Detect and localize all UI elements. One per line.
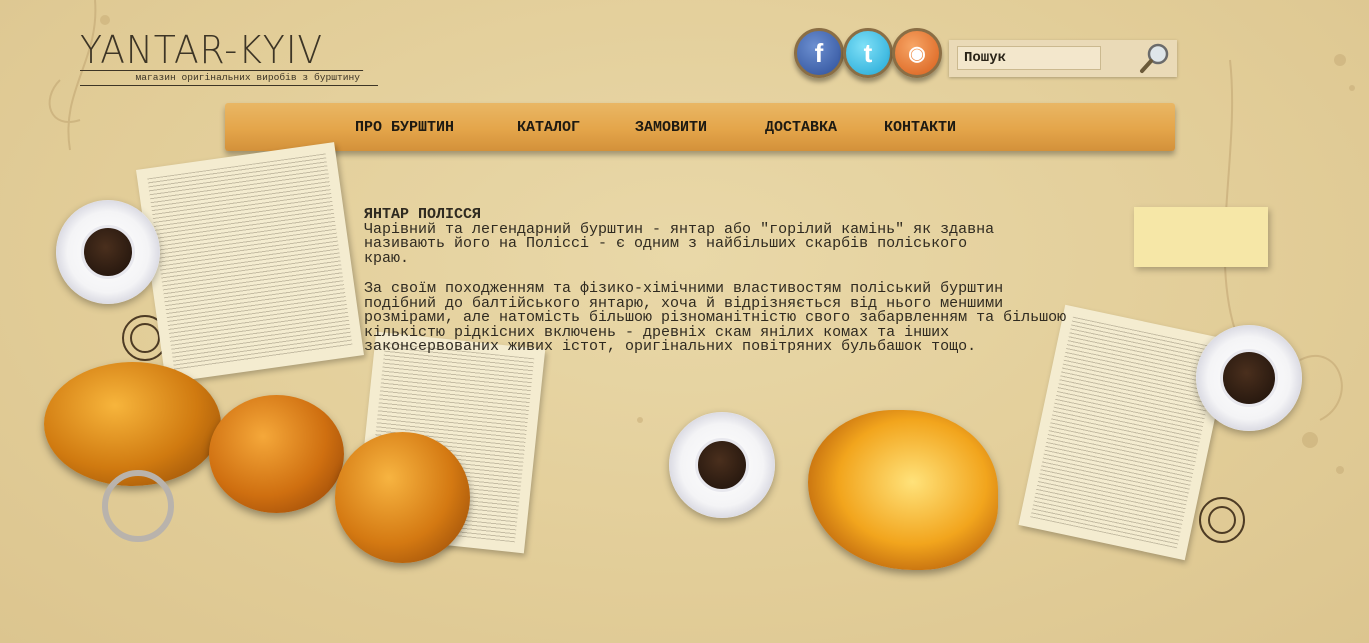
search-input[interactable] (957, 46, 1101, 70)
twitter-icon[interactable]: t (843, 28, 893, 78)
magnifier-icon[interactable] (1137, 40, 1173, 76)
logo-subtitle: магазин оригінальних виробів з бурштину (80, 71, 378, 86)
nav-item-contacts[interactable]: КОНТАКТИ (884, 119, 956, 136)
main-nav: ПРО БУРШТИН КАТАЛОГ ЗАМОВИТИ ДОСТАВКА КО… (225, 103, 1175, 151)
coffee-cup-center (669, 412, 775, 518)
amber-ring-band (102, 470, 174, 542)
amber-ring-large (44, 362, 221, 486)
nav-item-catalog[interactable]: КАТАЛОГ (517, 119, 580, 136)
nav-item-order[interactable]: ЗАМОВИТИ (635, 119, 707, 136)
coffee-cup-left (56, 200, 160, 304)
nav-item-delivery[interactable]: ДОСТАВКА (765, 119, 837, 136)
newspaper-left (136, 142, 364, 383)
article-paragraph-2: За своїм походженням та фізико-хімічними… (364, 280, 1067, 355)
facebook-icon[interactable]: f (794, 28, 844, 78)
coffee-cup-right (1196, 325, 1302, 431)
rss-icon[interactable]: ◉ (892, 28, 942, 78)
article: ЯНТАР ПОЛІССЯ Чарівний та легендарний бу… (364, 207, 1084, 371)
article-paragraph-1: Чарівний та легендарний бурштин - янтар … (364, 220, 995, 267)
logo-title[interactable]: YANTAR-KYIV (80, 30, 364, 71)
sticky-note (1134, 207, 1268, 267)
page: YANTAR-KYIV магазин оригінальних виробів… (0, 0, 1369, 643)
amber-earring-1 (209, 395, 344, 513)
logo[interactable]: YANTAR-KYIV магазин оригінальних виробів… (80, 30, 378, 86)
search-box (949, 40, 1177, 77)
nav-item-about[interactable]: ПРО БУРШТИН (355, 119, 454, 136)
amber-earring-2 (335, 432, 470, 563)
